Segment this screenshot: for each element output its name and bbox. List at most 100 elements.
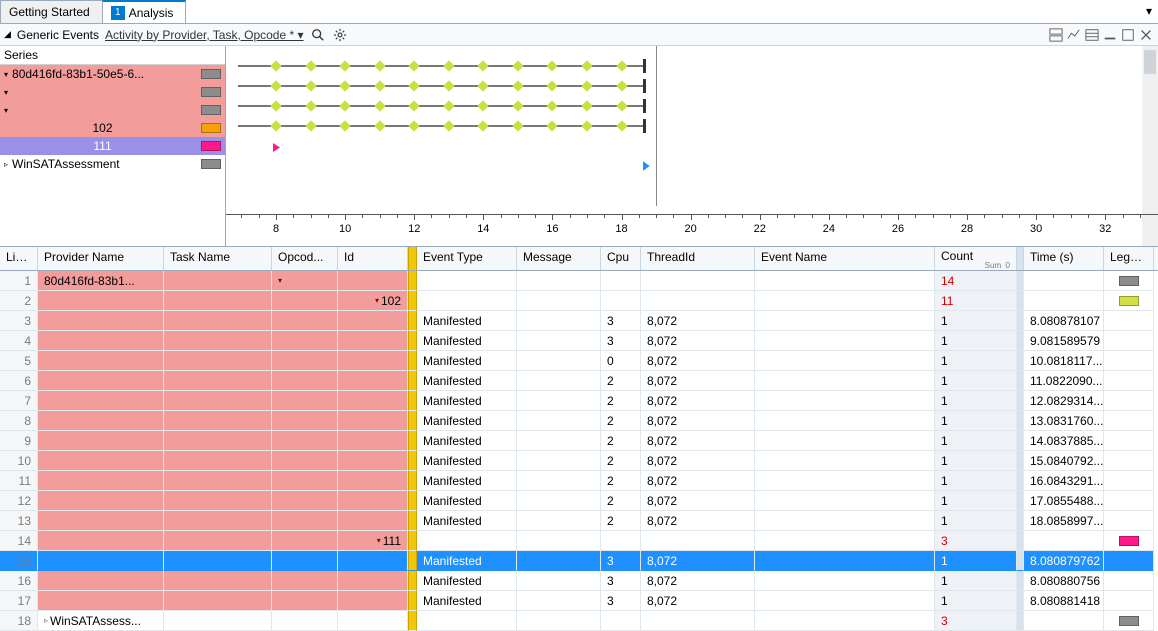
- axis-label: 8: [273, 223, 279, 235]
- table-cell: Manifested: [417, 491, 517, 511]
- col-provider[interactable]: Provider Name: [38, 247, 164, 270]
- table-row[interactable]: 4Manifested38,07219.081589579: [0, 331, 1158, 351]
- col-separator-blue[interactable]: [1017, 247, 1024, 270]
- maximize-icon[interactable]: [1120, 27, 1136, 43]
- collapse-tri-icon[interactable]: ◢: [4, 29, 11, 40]
- table-cell: 11: [935, 291, 1017, 311]
- table-cell: [338, 351, 408, 371]
- table-cell: 12: [0, 491, 38, 511]
- series-tri-icon: ▹: [4, 160, 8, 169]
- tab-overflow-icon[interactable]: ▾: [1146, 4, 1152, 18]
- table-row[interactable]: 13Manifested28,072118.0858997...: [0, 511, 1158, 531]
- table-cell: [408, 591, 417, 611]
- table-cell: 5: [0, 351, 38, 371]
- table-cell: [38, 411, 164, 431]
- col-separator-gold[interactable]: [408, 247, 417, 270]
- preset-dropdown[interactable]: Activity by Provider, Task, Opcode * ▾: [105, 28, 304, 42]
- series-panel: Series ▾ 80d416fd-83b1-50e5-6... ▾ ▾ 102…: [0, 46, 226, 246]
- table-cell: 8,072: [641, 351, 755, 371]
- axis-label: 12: [408, 223, 420, 235]
- tab-analysis[interactable]: 1Analysis: [102, 0, 187, 23]
- col-eventname[interactable]: Event Name: [755, 247, 935, 270]
- col-task[interactable]: Task Name: [164, 247, 272, 270]
- table-cell: [1017, 591, 1024, 611]
- col-legend[interactable]: Legend: [1104, 247, 1154, 270]
- series-tri-icon: ▾: [4, 70, 8, 79]
- table-cell: [755, 611, 935, 631]
- series-row[interactable]: ▾ 80d416fd-83b1-50e5-6...: [0, 65, 225, 83]
- col-cpu[interactable]: Cpu: [601, 247, 641, 270]
- table-cell: [408, 271, 417, 291]
- table-row[interactable]: 17Manifested38,07218.080881418: [0, 591, 1158, 611]
- series-row[interactable]: 111: [0, 137, 225, 155]
- table-cell: 2: [601, 371, 641, 391]
- minimize-icon[interactable]: [1102, 27, 1118, 43]
- table-cell: 8.080879762: [1024, 551, 1104, 571]
- table-row[interactable]: 15Manifested38,07218.080879762: [0, 551, 1158, 571]
- table-row[interactable]: 8Manifested28,072113.0831760...: [0, 411, 1158, 431]
- table-row[interactable]: 9Manifested28,072114.0837885...: [0, 431, 1158, 451]
- table-cell: ▾111: [338, 531, 408, 551]
- col-message[interactable]: Message: [517, 247, 601, 270]
- tab-getting-started[interactable]: Getting Started: [0, 0, 103, 23]
- table-cell: Manifested: [417, 451, 517, 471]
- table-cell: 18: [0, 611, 38, 631]
- table-row[interactable]: 12Manifested28,072117.0855488...: [0, 491, 1158, 511]
- table-cell: [1017, 311, 1024, 331]
- col-id[interactable]: Id: [338, 247, 408, 270]
- table-cell: [1017, 291, 1024, 311]
- axis-label: 30: [1030, 223, 1042, 235]
- table-row[interactable]: 3Manifested38,07218.080878107: [0, 311, 1158, 331]
- col-eventtype[interactable]: Event Type: [417, 247, 517, 270]
- table-cell: [1104, 391, 1154, 411]
- col-time[interactable]: Time (s): [1024, 247, 1104, 270]
- series-row[interactable]: ▾: [0, 101, 225, 119]
- table-row[interactable]: 14▾1113: [0, 531, 1158, 551]
- table-cell: [272, 451, 338, 471]
- playhead-line[interactable]: [656, 46, 657, 206]
- table-cell: [755, 451, 935, 471]
- view-graph-icon[interactable]: [1066, 27, 1082, 43]
- table-cell: [417, 531, 517, 551]
- close-icon[interactable]: [1138, 27, 1154, 43]
- table-cell: 3: [601, 551, 641, 571]
- subbar-label: Generic Events: [17, 28, 99, 42]
- table-row[interactable]: 16Manifested38,07218.080880756: [0, 571, 1158, 591]
- series-row[interactable]: 102: [0, 119, 225, 137]
- table-cell: [272, 551, 338, 571]
- table-cell: [408, 391, 417, 411]
- col-count[interactable]: CountSum 0: [935, 247, 1017, 270]
- col-line[interactable]: Lin...: [0, 247, 38, 270]
- table-row[interactable]: 7Manifested28,072112.0829314...: [0, 391, 1158, 411]
- table-cell: [517, 331, 601, 351]
- view-table-icon[interactable]: [1084, 27, 1100, 43]
- series-label: 102: [8, 121, 197, 135]
- table-cell: Manifested: [417, 331, 517, 351]
- table-row[interactable]: 11Manifested28,072116.0843291...: [0, 471, 1158, 491]
- table-cell: [408, 451, 417, 471]
- table-row[interactable]: 5Manifested08,072110.0818117...: [0, 351, 1158, 371]
- view-both-icon[interactable]: [1048, 27, 1064, 43]
- table-cell: 12.0829314...: [1024, 391, 1104, 411]
- table-cell: 2: [601, 471, 641, 491]
- table-cell: [755, 411, 935, 431]
- table-row[interactable]: 18▹WinSATAssess...3: [0, 611, 1158, 631]
- table-row[interactable]: 6Manifested28,072111.0822090...: [0, 371, 1158, 391]
- table-cell: [38, 291, 164, 311]
- series-row[interactable]: ▾: [0, 83, 225, 101]
- table-cell: [164, 491, 272, 511]
- timeline-graph[interactable]: 8101214161820222426283032: [226, 46, 1158, 246]
- table-row[interactable]: 180d416fd-83b1...▾14: [0, 271, 1158, 291]
- gear-icon[interactable]: [332, 27, 348, 43]
- series-row[interactable]: ▹ WinSATAssessment: [0, 155, 225, 173]
- col-threadid[interactable]: ThreadId: [641, 247, 755, 270]
- table-cell: [517, 291, 601, 311]
- table-cell: Manifested: [417, 371, 517, 391]
- table-cell: [1024, 271, 1104, 291]
- col-opcode[interactable]: Opcod...: [272, 247, 338, 270]
- search-icon[interactable]: [310, 27, 326, 43]
- table-cell: [517, 351, 601, 371]
- table-row[interactable]: 2▾10211: [0, 291, 1158, 311]
- table-row[interactable]: 10Manifested28,072115.0840792...: [0, 451, 1158, 471]
- table-cell: [164, 271, 272, 291]
